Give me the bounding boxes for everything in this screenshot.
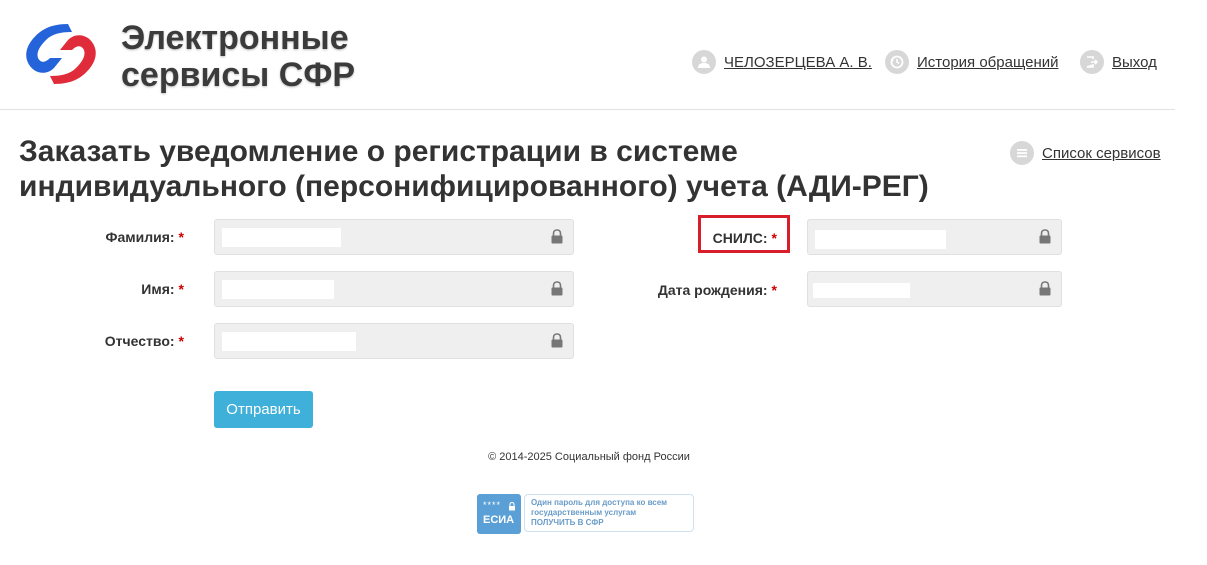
logout-label: Выход [1112,53,1157,71]
name-label: Имя: * [80,281,184,297]
surname-label-text: Фамилия: [105,229,175,245]
birthdate-label: Дата рождения: * [620,282,777,298]
services-list-link[interactable]: Список сервисов [1010,141,1161,165]
logo-line-2: сервисы СФР [121,56,356,94]
snils-label: СНИЛС: * [700,230,777,246]
list-icon [1010,141,1034,165]
services-list-label: Список сервисов [1042,144,1161,162]
lock-icon [1038,229,1052,249]
esia-description: Один пароль для доступа ко всем государс… [524,494,694,532]
birthdate-field[interactable] [807,271,1062,307]
birthdate-label-text: Дата рождения: [657,282,768,298]
required-mark: * [771,282,777,298]
patronymic-label-text: Отчество: [104,333,175,349]
esia-line-1: Один пароль для доступа ко всем [531,498,668,507]
esia-badge: **** ЕСИА [477,494,521,534]
patronymic-label: Отчество: * [80,333,184,349]
patronymic-value-redacted [222,332,356,351]
snils-value-redacted [815,230,946,249]
lock-icon [550,333,564,353]
name-value-redacted [222,280,334,299]
user-name: ЧЕЛОЗЕРЦЕВА А. В. [724,53,872,71]
required-mark: * [178,333,184,349]
snils-label-text: СНИЛС: [712,230,768,246]
sfr-logo-icon[interactable] [20,18,102,95]
user-profile-link[interactable]: ЧЕЛОЗЕРЦЕВА А. В. [692,50,872,74]
required-mark: * [178,281,184,297]
name-field[interactable] [214,271,574,307]
required-mark: * [178,229,184,245]
surname-field[interactable] [214,219,574,255]
snils-field[interactable] [807,219,1062,255]
lock-icon [550,229,564,249]
lock-icon [550,281,564,301]
site-logo-text[interactable]: Электронные сервисы СФР [121,20,355,94]
user-icon [692,50,716,74]
surname-value-redacted [222,228,341,247]
birthdate-value-redacted [813,283,910,298]
name-label-text: Имя: [141,281,175,297]
logout-icon [1080,50,1104,74]
esia-name: ЕСИА [483,514,515,526]
history-link[interactable]: История обращений [885,50,1059,74]
logo-line-1: Электронные [121,19,349,57]
esia-stars: **** [483,500,502,510]
history-label: История обращений [917,53,1059,71]
logout-link[interactable]: Выход [1080,50,1157,74]
patronymic-field[interactable] [214,323,574,359]
submit-button[interactable]: Отправить [214,391,313,428]
page-title: Заказать уведомление о регистрации в сис… [19,135,929,203]
esia-line-2: государственным услугам [531,508,637,517]
site-header: Электронные сервисы СФР ЧЕЛОЗЕРЦЕВА А. В… [0,0,1175,110]
lock-icon [1038,281,1052,301]
surname-label: Фамилия: * [80,229,184,245]
history-icon [885,50,909,74]
copyright-text: © 2014-2025 Социальный фонд России [488,451,690,463]
required-mark: * [771,230,777,246]
esia-line-3: ПОЛУЧИТЬ В СФР [531,518,604,527]
esia-banner[interactable]: **** ЕСИА Один пароль для доступа ко все… [477,494,695,534]
